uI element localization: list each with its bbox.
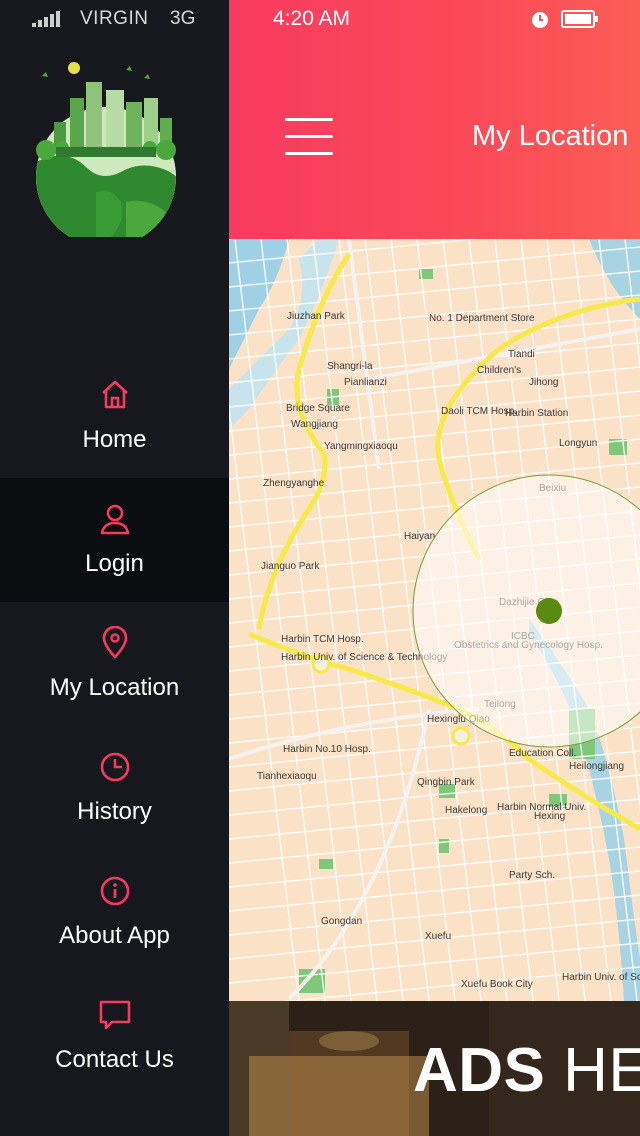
- sidebar-drawer: VIRGIN 3G Home Login My Location History…: [0, 0, 229, 1136]
- map-label: Jiuzhan Park: [287, 311, 346, 322]
- map-label: Qingbin Park: [417, 777, 476, 788]
- map-label: Xuefu: [425, 931, 451, 942]
- ad-banner[interactable]: ADS HERE: [229, 1001, 640, 1136]
- sidebar-item-label: Login: [85, 550, 144, 577]
- map-label: Tiandi: [508, 349, 535, 360]
- map-label: Harbin Station: [505, 408, 568, 419]
- map-label: Gongdan: [321, 916, 362, 927]
- map-label: Wangjiang: [291, 419, 338, 430]
- map-label: Jianguo Park: [261, 561, 320, 572]
- sidebar-item-my-location[interactable]: My Location: [0, 602, 229, 726]
- alarm-icon: [532, 12, 548, 28]
- map-label: Yangmingxiaoqu: [324, 441, 398, 452]
- info-icon: [100, 876, 130, 906]
- battery-icon: [561, 10, 598, 28]
- map-label: Shangri-la: [327, 361, 373, 372]
- page-title: My Location: [472, 120, 629, 152]
- ad-text-bold: ADS: [413, 1036, 546, 1105]
- map-label: Zhengyanghe: [263, 478, 325, 489]
- sidebar-item-home[interactable]: Home: [0, 354, 229, 478]
- sidebar-item-label: About App: [59, 922, 170, 949]
- ad-text-rest: HERE: [563, 1036, 640, 1105]
- map-label: Bridge Square: [286, 403, 350, 414]
- sidebar-item-login[interactable]: Login: [0, 478, 229, 602]
- sidebar-item-label: My Location: [49, 674, 180, 701]
- home-icon: [102, 380, 128, 409]
- location-pin-icon: [102, 626, 128, 659]
- map-label: Xuefu Book City: [461, 979, 533, 990]
- network-type: 3G: [170, 8, 196, 29]
- carrier-name: VIRGIN: [80, 8, 149, 29]
- map-label: Haiyan: [404, 531, 435, 542]
- current-location-dot: [536, 598, 562, 624]
- map-label: Jihong: [529, 377, 558, 388]
- map-label: Hakelong: [445, 805, 487, 816]
- map-label: Harbin TCM Hosp.: [281, 634, 364, 645]
- map-label: Party Sch.: [509, 870, 555, 881]
- chat-icon: [99, 1000, 131, 1030]
- map-label: Heilongjiang: [569, 761, 624, 772]
- main-screen: 4:20 AM My Location Jiuzhan Park Shangri…: [229, 0, 640, 1136]
- map-label: Education Coll.: [509, 748, 576, 759]
- map-canvas[interactable]: Jiuzhan Park Shangri-la Pianlianzi Bridge S…: [229, 239, 640, 1001]
- map-label: Hexing: [534, 811, 565, 822]
- sidebar-item-history[interactable]: History: [0, 726, 229, 850]
- user-icon: [100, 504, 130, 535]
- map-label: Harbin Univ. of Science & Technolo: [562, 972, 640, 983]
- app-logo: [36, 62, 176, 237]
- sidebar-item-about-app[interactable]: About App: [0, 850, 229, 974]
- app-header: 4:20 AM My Location: [229, 0, 640, 239]
- map-label: Harbin No.10 Hosp.: [283, 744, 371, 755]
- sidebar-item-contact-us[interactable]: Contact Us: [0, 974, 229, 1098]
- map-label: Tianhexiaoqu: [257, 771, 317, 782]
- sidebar-item-label: Home: [82, 426, 147, 453]
- status-time: 4:20 AM: [273, 7, 351, 30]
- map-label: Pianlianzi: [344, 377, 387, 388]
- sidebar-item-label: History: [77, 798, 152, 825]
- map-label: Children's: [477, 365, 521, 376]
- city-map[interactable]: Jiuzhan Park Shangri-la Pianlianzi Bridge S…: [229, 239, 640, 1001]
- clock-icon: [100, 752, 130, 782]
- hamburger-menu-button[interactable]: [285, 118, 333, 156]
- sidebar-item-label: Contact Us: [55, 1046, 174, 1073]
- map-label: Longyun: [559, 438, 597, 449]
- ad-text: ADS HERE: [413, 1035, 640, 1106]
- status-bar-left: VIRGIN 3G: [0, 0, 229, 40]
- map-label: No. 1 Department Store: [429, 313, 535, 324]
